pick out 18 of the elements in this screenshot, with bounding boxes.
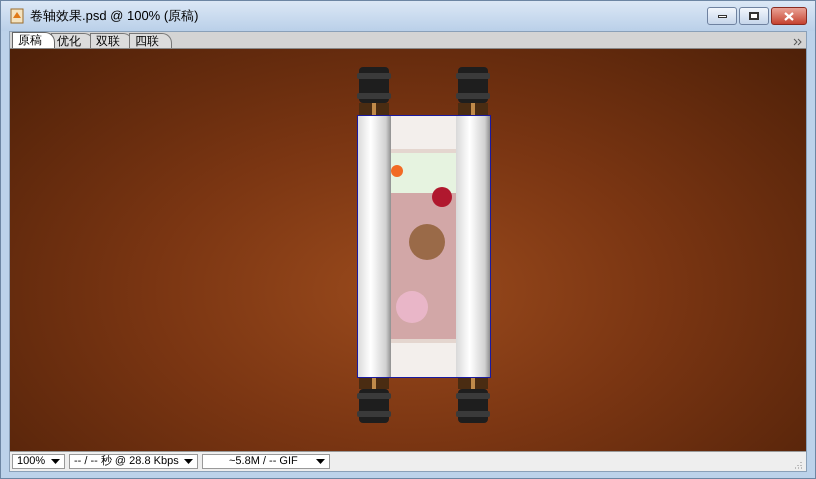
window-title: 卷轴效果.psd @ 100% (原稿) [30, 7, 199, 26]
view-tab[interactable]: 原稿 [12, 32, 55, 48]
maximize-icon [749, 12, 759, 20]
close-button[interactable] [771, 7, 807, 25]
download-time-dropdown[interactable]: -- / -- 秒 @ 28.8 Kbps [69, 454, 198, 469]
maximize-button[interactable] [739, 7, 769, 25]
view-tab[interactable]: 四联 [129, 33, 172, 48]
dropdown-caret-icon [51, 459, 60, 464]
dropdown-caret-icon [184, 459, 193, 464]
zoom-dropdown[interactable]: 100% [12, 454, 65, 469]
document-icon [9, 8, 25, 24]
file-size-dropdown[interactable]: ~5.8M / -- GIF [202, 454, 330, 469]
dropdown-caret-icon [316, 459, 325, 464]
overflow-chevron-icon[interactable] [793, 38, 802, 46]
close-icon [784, 12, 794, 20]
minimize-icon [718, 14, 726, 18]
minimize-button[interactable] [707, 7, 737, 25]
resize-grip-icon[interactable] [794, 461, 802, 469]
